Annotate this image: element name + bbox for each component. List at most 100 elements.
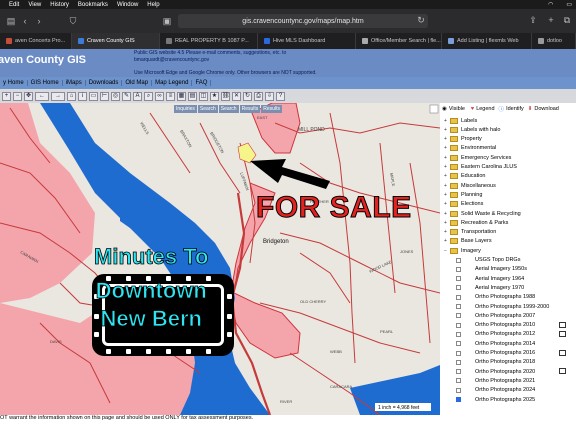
measure-icon[interactable]: ⊢	[100, 91, 109, 101]
buffer-icon[interactable]: ◎	[111, 91, 120, 101]
layer-group[interactable]: + Labels with halo	[444, 125, 500, 134]
layer-item[interactable]: Ortho Photographs 2014	[456, 339, 535, 348]
export-icon[interactable]: ⇩	[265, 91, 274, 101]
layer-checkbox[interactable]	[456, 285, 461, 291]
search-icon[interactable]: ⌕	[144, 91, 153, 101]
layer-info-icon[interactable]	[559, 321, 566, 328]
forward-icon[interactable]: ›	[32, 16, 46, 26]
layer-checkbox[interactable]	[456, 313, 461, 319]
tab-hive-mls[interactable]: Hive MLS Dashboard	[258, 33, 356, 49]
identify-tab[interactable]: Identify	[506, 106, 524, 112]
refresh-icon[interactable]: ↻	[243, 91, 252, 101]
layer-group[interactable]: + Property	[444, 135, 482, 144]
layer-group[interactable]: + Environmental	[444, 144, 496, 153]
layer-item[interactable]: Ortho Photographs 1988	[456, 293, 535, 302]
forward-extent-icon[interactable]: →	[51, 91, 65, 101]
menu-view[interactable]: View	[28, 2, 41, 8]
layer-group[interactable]: + Eastern Carolina JLUS	[444, 163, 517, 172]
address-bar[interactable]: gis.cravencountync.gov/maps/map.htm	[178, 14, 428, 28]
tab-overview-icon[interactable]: ▣	[160, 16, 174, 27]
layer-item[interactable]: Aerial Imagery 1964	[456, 274, 524, 283]
zoom-in-icon[interactable]: +	[2, 91, 11, 101]
tab-concerts[interactable]: aven Concerts Pro...	[0, 33, 72, 49]
menu-faq[interactable]: FAQ	[192, 80, 212, 86]
tabs-icon[interactable]: ⧉	[560, 15, 574, 26]
tab-office-member[interactable]: Office/Member Search | fle...	[356, 33, 442, 49]
layer-checkbox[interactable]	[456, 369, 461, 375]
layer-item[interactable]: Ortho Photographs 1999-2000	[456, 302, 549, 311]
menu-gis-home[interactable]: GIS Home	[28, 80, 63, 86]
menu-imaps[interactable]: iMaps	[63, 80, 86, 86]
menu-county-home[interactable]: y Home	[0, 80, 28, 86]
pan-icon[interactable]: ✥	[24, 91, 33, 101]
layer-item[interactable]: Ortho Photographs 2012	[456, 330, 535, 339]
layer-item[interactable]: Aerial Imagery 1950s	[456, 265, 527, 274]
identify-icon[interactable]: i	[78, 91, 87, 101]
search-button[interactable]: Search	[197, 105, 218, 113]
layer-group[interactable]: + Recreation & Parks	[444, 218, 508, 227]
share-icon[interactable]: ⇪	[526, 15, 540, 26]
layer-group[interactable]: + Solid Waste & Recycling	[444, 209, 521, 218]
menu-bookmarks[interactable]: Bookmarks	[78, 2, 108, 8]
layer-checkbox[interactable]	[456, 266, 461, 272]
layer-group[interactable]: + Planning	[444, 190, 482, 199]
menu-help[interactable]: Help	[147, 2, 159, 8]
tab-craven-gis[interactable]: Craven County GIS	[72, 33, 160, 49]
link-icon[interactable]: ⛓	[221, 91, 230, 101]
layer-checkbox[interactable]	[456, 350, 461, 356]
layer-group[interactable]: + Base Layers	[444, 237, 492, 246]
select-icon[interactable]: ▭	[89, 91, 98, 101]
layer-checkbox[interactable]	[456, 322, 461, 328]
table-icon[interactable]: ▦	[177, 91, 186, 101]
layer-checkbox[interactable]	[456, 257, 461, 263]
bookmark-icon[interactable]: ★	[210, 91, 219, 101]
draw-icon[interactable]: ✎	[122, 91, 131, 101]
layer-item[interactable]: Ortho Photographs 2021	[456, 376, 535, 385]
tab-add-listing[interactable]: Add Listing | flexmls Web	[442, 33, 532, 49]
layer-group[interactable]: + Miscellaneous	[444, 181, 496, 190]
layer-checkbox[interactable]	[456, 304, 461, 309]
text-icon[interactable]: A	[133, 91, 142, 101]
layer-item[interactable]: Ortho Photographs 2025	[456, 395, 535, 404]
layer-checkbox[interactable]	[456, 397, 461, 402]
layer-checkbox[interactable]	[456, 341, 461, 347]
menu-edit[interactable]: Edit	[9, 2, 19, 8]
visible-tab[interactable]: Visible	[449, 106, 465, 112]
report-icon[interactable]: ▤	[188, 91, 197, 101]
collapse-panel-icon[interactable]	[429, 104, 439, 114]
sidebar-icon[interactable]: ▤	[4, 16, 18, 27]
list-icon[interactable]: ≡	[166, 91, 175, 101]
download-tab[interactable]: Download	[534, 106, 558, 112]
wifi-icon[interactable]: ◠	[548, 1, 553, 8]
layer-info-icon[interactable]	[559, 330, 566, 337]
clear-icon[interactable]: ✕	[232, 91, 241, 101]
layer-info-icon[interactable]	[559, 368, 566, 375]
menu-map-legend[interactable]: Map Legend	[152, 80, 193, 86]
contact-email-link[interactable]: bmarquardt@cravencountync.gov	[134, 57, 317, 64]
back-extent-icon[interactable]: ←	[35, 91, 49, 101]
shield-icon[interactable]: ⛉	[66, 16, 80, 27]
layer-item[interactable]: Ortho Photographs 2010	[456, 321, 535, 330]
results-button[interactable]: Results	[261, 105, 282, 113]
search-button[interactable]: Search	[218, 105, 239, 113]
menu-history[interactable]: History	[50, 2, 69, 8]
layer-group[interactable]: + Education	[444, 172, 485, 181]
binoculars-icon[interactable]: ∞	[155, 91, 164, 101]
layer-item[interactable]: Ortho Photographs 2024	[456, 386, 535, 395]
layer-item[interactable]: Aerial Imagery 1970	[456, 283, 524, 292]
layer-item[interactable]: Ortho Photographs 2018	[456, 358, 535, 367]
full-extent-icon[interactable]: ⌂	[67, 91, 76, 101]
zoom-out-icon[interactable]: −	[13, 91, 22, 101]
layer-checkbox[interactable]	[456, 378, 461, 384]
battery-icon[interactable]: ▭	[566, 1, 572, 8]
layer-info-icon[interactable]	[559, 349, 566, 356]
results-button[interactable]: Results	[239, 105, 261, 113]
layer-group[interactable]: + Elections	[444, 200, 483, 209]
menu-downloads[interactable]: Downloads	[86, 80, 123, 86]
legend-tab[interactable]: Legend	[476, 106, 494, 112]
inquiries-button[interactable]: Inquiries	[174, 105, 197, 113]
layer-group[interactable]: + Transportation	[444, 228, 496, 237]
layer-group[interactable]: + Emergency Services	[444, 153, 511, 162]
map-view[interactable]: 1 inch = 4,968 feet Bridgeton MILL POND …	[0, 103, 440, 415]
help-icon[interactable]: ?	[276, 91, 285, 101]
